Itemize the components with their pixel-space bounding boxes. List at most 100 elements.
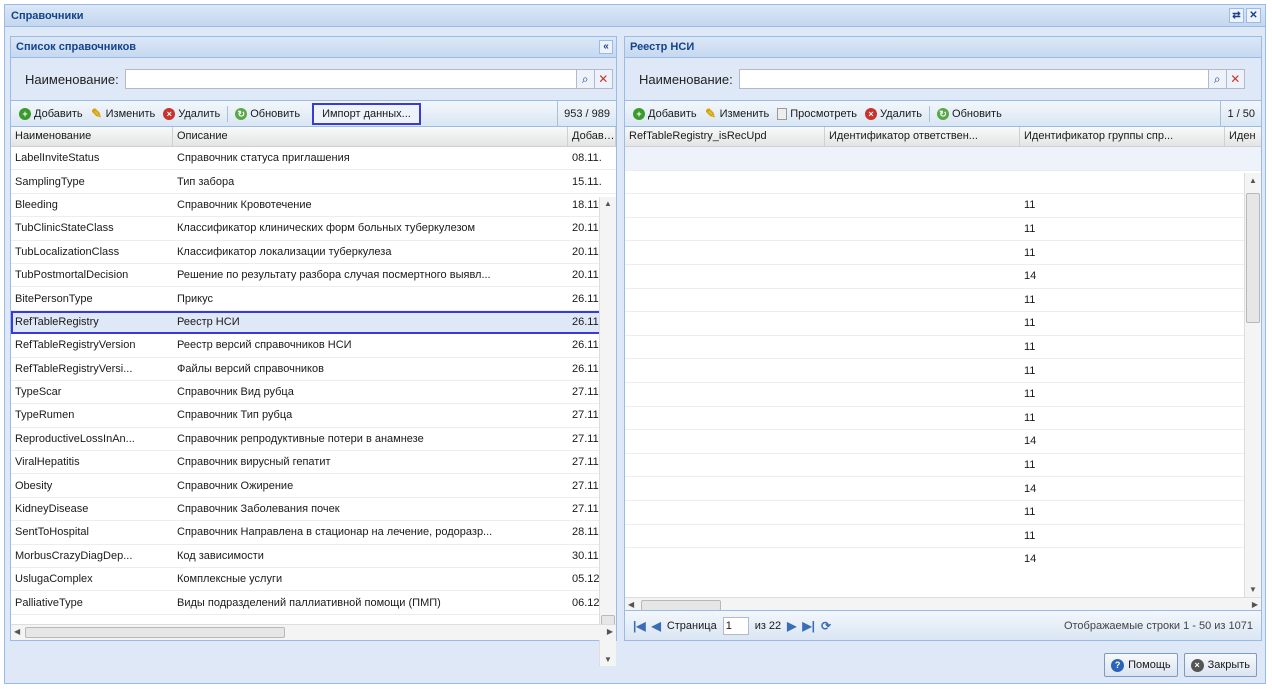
table-row[interactable] [625, 171, 1261, 195]
edit-button[interactable]: ✎ Изменить [701, 107, 774, 120]
table-row[interactable]: 11 [625, 525, 1261, 549]
add-button[interactable]: + Добавить [15, 107, 87, 120]
table-row[interactable]: 11 [625, 336, 1261, 360]
pin-icon[interactable]: ⇄ [1229, 8, 1244, 23]
cell-name: RefTableRegistryVersion [15, 339, 136, 352]
scroll-right-icon[interactable]: ▶ [1252, 600, 1258, 609]
table-row[interactable]: TypeRumen Справочник Тип рубца 27.11. [11, 404, 616, 428]
table-row[interactable]: SentToHospital Справочник Направлена в ст… [11, 521, 616, 545]
view-button[interactable]: Просмотреть [773, 107, 861, 120]
left-record-count: 953 / 989 [557, 100, 616, 127]
column-header-description[interactable]: Описание [173, 127, 568, 146]
scroll-right-icon[interactable]: ▶ [607, 627, 613, 636]
table-row[interactable]: 14 [625, 265, 1261, 289]
import-data-button[interactable]: Импорт данных... [312, 102, 421, 125]
table-row[interactable]: BitePersonType Прикус 26.11. [11, 287, 616, 311]
clear-filter-icon[interactable]: ✕ [1226, 69, 1245, 89]
column-header-isrecupd[interactable]: RefTableRegistry_isRecUpd [625, 127, 825, 146]
table-row[interactable]: ReproductiveLossInAn... Справочник репрод… [11, 428, 616, 452]
column-header-responsible-id[interactable]: Идентификатор ответствен... [825, 127, 1020, 146]
table-row[interactable]: UslugaComplex Комплексные услуги 05.12. [11, 568, 616, 592]
table-row[interactable]: 11 [625, 501, 1261, 525]
table-row[interactable]: 11 [625, 289, 1261, 313]
cell-group-id: 11 [1024, 317, 1036, 330]
table-row[interactable]: RefTableRegistryVersion Реестр версий спр… [11, 334, 616, 358]
table-row[interactable]: 11 [625, 312, 1261, 336]
cell-group-id: 11 [1024, 223, 1036, 236]
right-panel-title: Реестр НСИ [630, 41, 695, 53]
table-row[interactable]: 14 [625, 430, 1261, 454]
add-button[interactable]: + Добавить [629, 107, 701, 120]
cell-description: Справочник Направлена в стационар на леч… [177, 526, 493, 539]
scroll-down-icon[interactable]: ▼ [604, 655, 612, 664]
delete-button[interactable]: × Удалить [861, 107, 926, 120]
table-row[interactable]: 11 [625, 218, 1261, 242]
close-button[interactable]: × Закрыть [1183, 653, 1257, 677]
search-icon[interactable]: ⌕ [576, 69, 595, 89]
column-header-group-id[interactable]: Идентификатор группы спр... [1020, 127, 1225, 146]
table-row[interactable]: 14 [625, 477, 1261, 501]
collapse-left-icon[interactable]: « [599, 40, 613, 54]
scroll-up-icon[interactable]: ▲ [604, 199, 612, 208]
last-page-icon[interactable]: ▶| [802, 619, 815, 633]
table-row[interactable]: RefTableRegistry Реестр НСИ 26.11 [11, 310, 616, 335]
right-vertical-scrollbar[interactable]: ▲ ▼ [1244, 173, 1261, 597]
table-row[interactable]: TubLocalizationClass Классификатор локали… [11, 241, 616, 264]
left-horizontal-scrollbar[interactable]: ◀ ▶ [11, 624, 616, 640]
column-header-id[interactable]: Иден [1225, 127, 1261, 146]
table-row[interactable]: MorbusCrazyDiagDep... Код зависимости 30.1… [11, 545, 616, 569]
cell-group-id: 11 [1024, 199, 1036, 212]
delete-button[interactable]: × Удалить [159, 107, 224, 120]
column-header-name[interactable]: Наименование [11, 127, 173, 146]
table-row[interactable]: KidneyDisease Справочник Заболевания поче… [11, 498, 616, 522]
table-row[interactable]: 11 [625, 241, 1261, 265]
left-vertical-scrollbar[interactable]: ▲ ▼ [599, 197, 616, 666]
column-header-added[interactable]: Добавлен [568, 127, 616, 146]
cell-group-id: 11 [1024, 246, 1036, 259]
table-row[interactable]: TubClinicStateClass Классификатор клиниче… [11, 217, 616, 241]
table-row[interactable]: 11 [625, 454, 1261, 478]
scroll-up-icon[interactable]: ▲ [1249, 176, 1257, 185]
scroll-left-icon[interactable]: ◀ [14, 627, 20, 636]
delete-label: Удалить [880, 107, 923, 120]
delete-icon: × [163, 107, 176, 120]
table-row[interactable]: RefTableRegistryVersi... Файлы версий спр… [11, 358, 616, 381]
cell-group-id: 11 [1024, 341, 1036, 354]
table-row[interactable]: TubPostmortalDecision Решение по результа… [11, 264, 616, 288]
search-icon[interactable]: ⌕ [1208, 69, 1227, 89]
refresh-button[interactable]: ↻ Обновить [933, 107, 1006, 120]
edit-button[interactable]: ✎ Изменить [87, 107, 160, 120]
prev-page-icon[interactable]: ◀ [652, 619, 661, 633]
table-row[interactable]: PalliativeType Виды подразделений паллиат… [11, 591, 616, 615]
table-row[interactable]: 11 [625, 383, 1261, 407]
scroll-left-icon[interactable]: ◀ [628, 600, 634, 609]
close-icon[interactable]: ✕ [1246, 8, 1261, 23]
reload-icon[interactable]: ⟳ [821, 619, 831, 633]
page-total: из 22 [754, 619, 782, 632]
table-row[interactable]: 14 [625, 548, 1261, 571]
next-page-icon[interactable]: ▶ [787, 619, 796, 633]
table-row[interactable]: LabelInviteStatus Справочник статуса приг… [11, 147, 616, 171]
table-row[interactable]: Obesity Справочник Ожирение 27.11. [11, 474, 616, 498]
table-row[interactable]: 11 [625, 407, 1261, 431]
refresh-button[interactable]: ↻ Обновить [231, 107, 304, 120]
cell-name: LabelInviteStatus [15, 152, 100, 165]
table-row[interactable]: 11 [625, 194, 1261, 218]
table-row[interactable]: 11 [625, 359, 1261, 383]
clear-filter-icon[interactable]: ✕ [594, 69, 613, 89]
right-scroll-thumb[interactable] [1246, 193, 1260, 323]
table-row[interactable]: Bleeding Справочник Кровотечение 18.11. [11, 194, 616, 218]
cell-group-id: 11 [1024, 293, 1036, 306]
help-button[interactable]: ? Помощь [1104, 653, 1178, 677]
left-name-search-input[interactable] [124, 69, 577, 89]
left-hscroll-thumb[interactable] [25, 627, 285, 638]
table-row[interactable]: SamplingType Тип забора 15.11. [11, 170, 616, 194]
table-row[interactable]: ViralHepatitis Справочник вирусный гепати… [11, 451, 616, 475]
first-page-icon[interactable]: |◀ [633, 619, 646, 633]
table-row[interactable] [625, 147, 1261, 171]
right-name-search-input[interactable] [738, 69, 1209, 89]
right-panel-header: Реестр НСИ [625, 37, 1261, 58]
page-number-input[interactable]: 1 [722, 616, 749, 635]
scroll-down-icon[interactable]: ▼ [1249, 585, 1257, 594]
table-row[interactable]: TypeScar Справочник Вид рубца 27.11. [11, 381, 616, 405]
